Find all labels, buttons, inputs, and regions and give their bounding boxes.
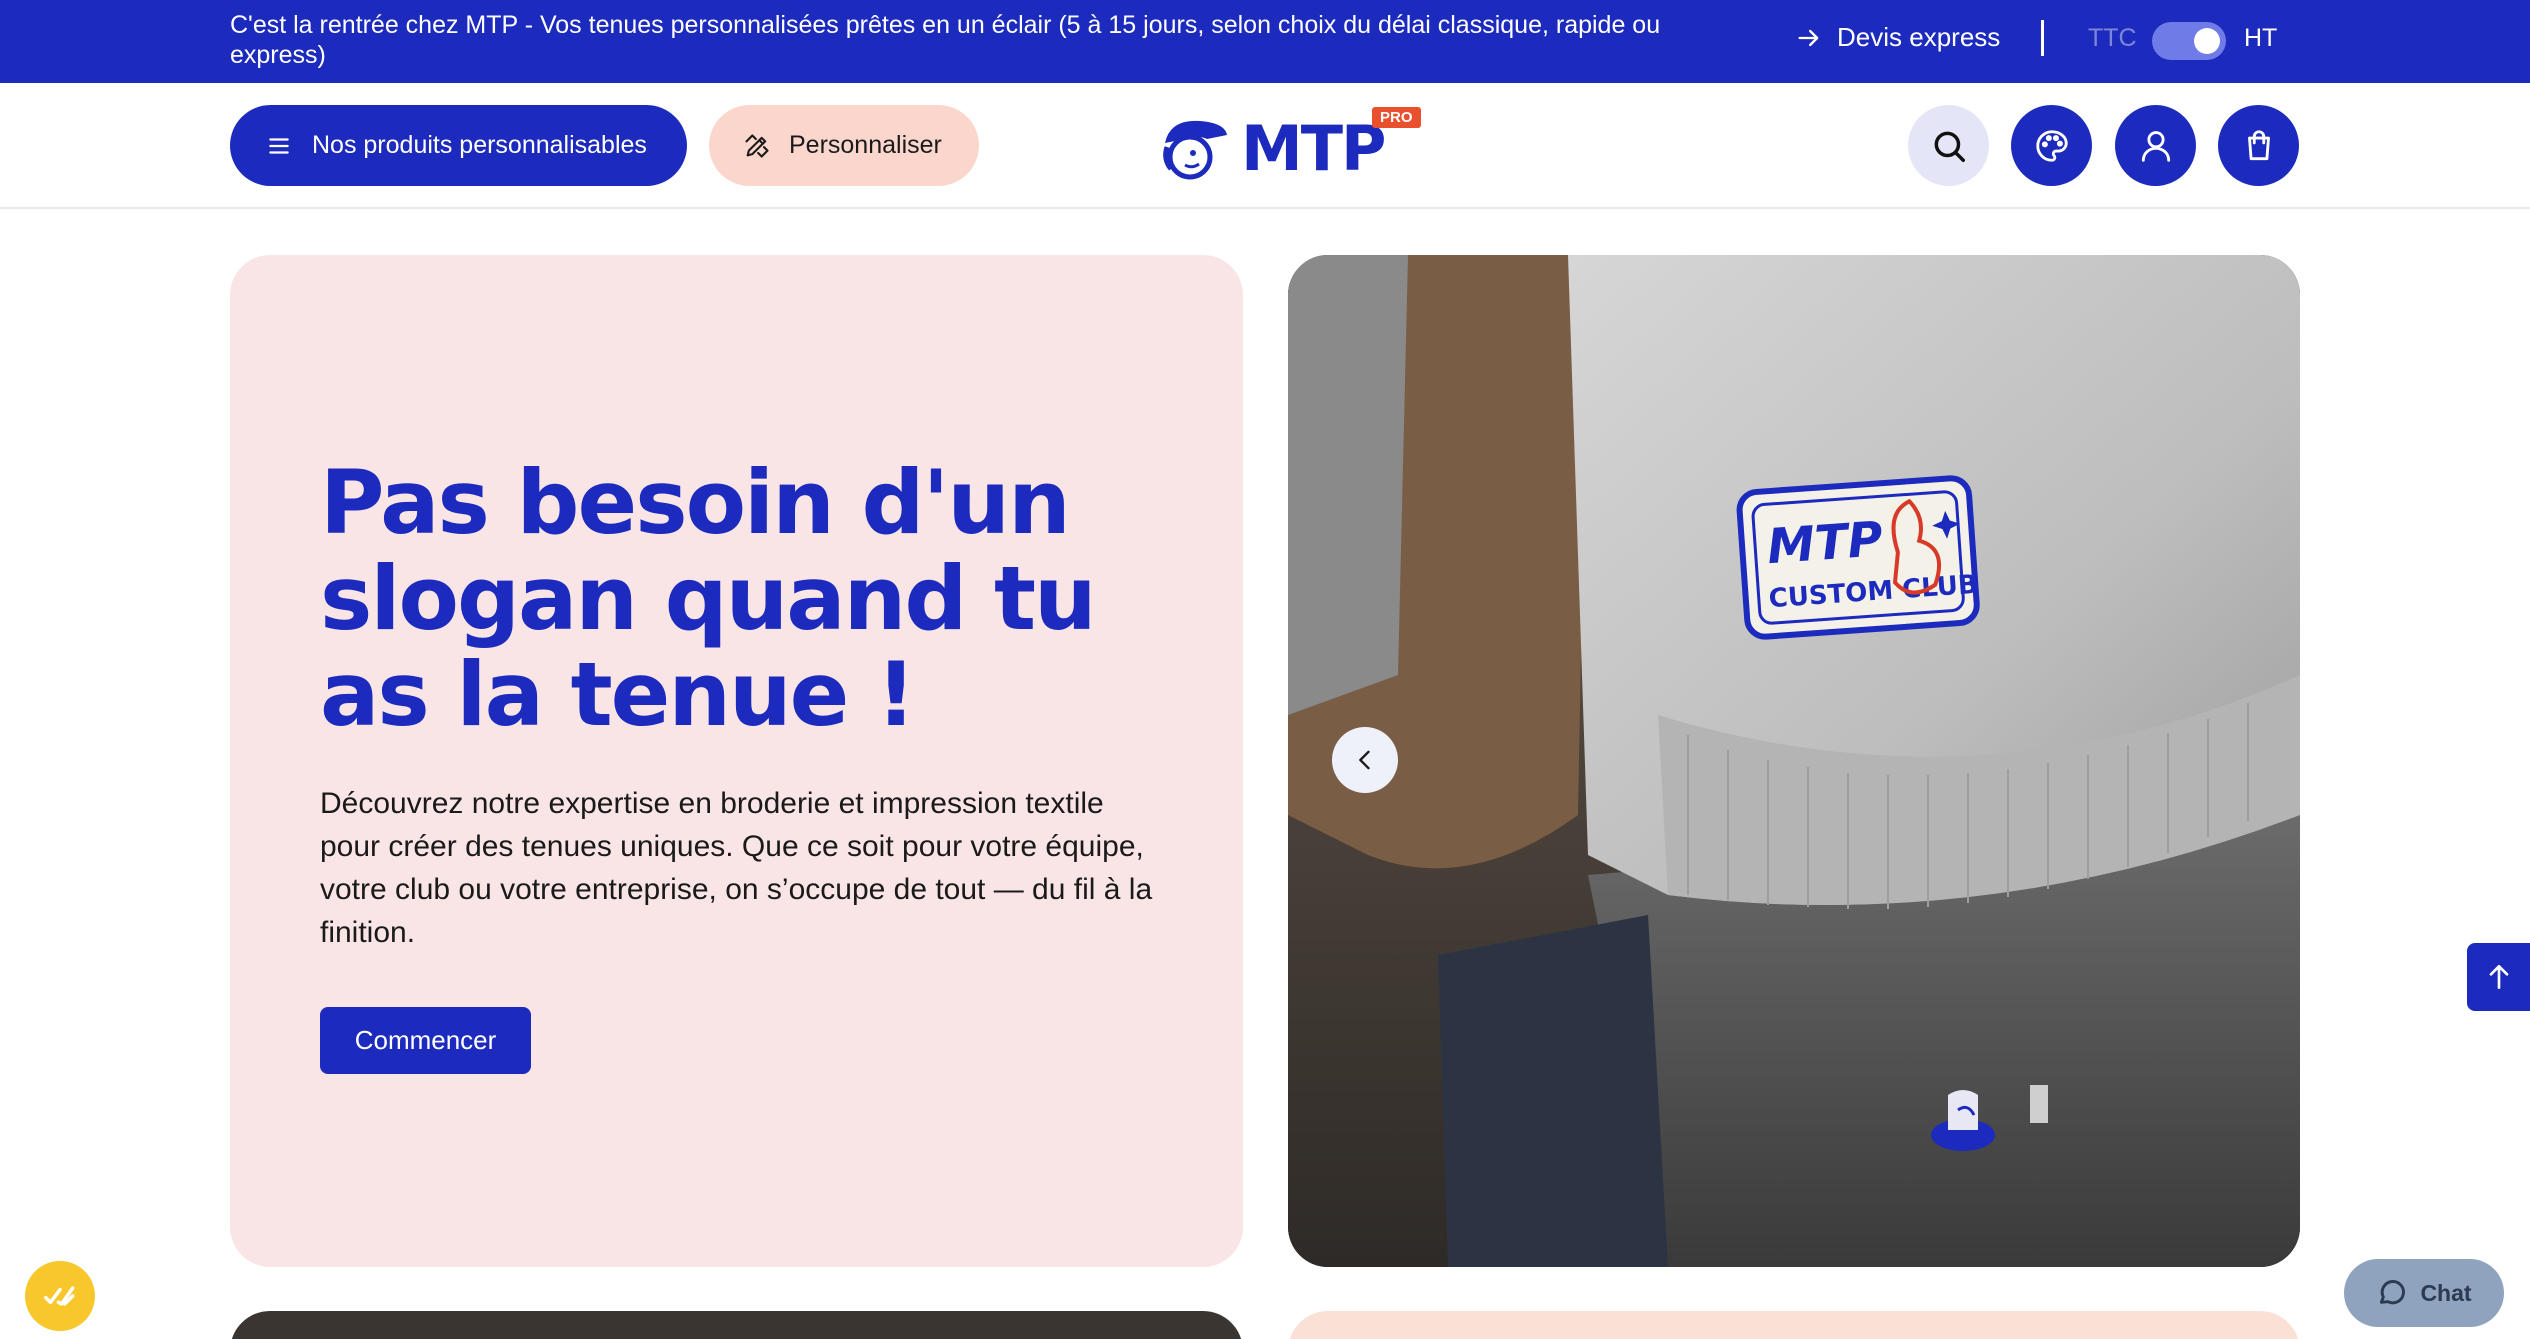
logo-pro-badge: PRO <box>1372 107 1421 128</box>
hamburger-menu-icon <box>269 137 289 154</box>
arrow-up-icon <box>2489 965 2508 989</box>
patch-text-mtp: MTP <box>1765 511 1884 575</box>
checkmarks-icon <box>44 1286 75 1306</box>
search-icon <box>1934 131 1965 162</box>
announcement-bar: C'est la rentrée chez MTP - Vos tenues p… <box>0 0 2530 83</box>
chat-label: Chat <box>2420 1279 2472 1306</box>
cart-icon <box>2247 129 2270 160</box>
toggle-knob <box>2194 28 2220 54</box>
scroll-to-top-button[interactable] <box>2467 943 2530 1011</box>
products-menu-label: Nos produits personnalisables <box>312 131 647 159</box>
divider <box>2041 20 2044 56</box>
customize-button[interactable]: Personnaliser <box>709 105 979 186</box>
pencil-ruler-icon <box>745 133 769 158</box>
devis-express-label: Devis express <box>1837 22 2001 52</box>
hero-text-card: Pas besoin d'un slogan quand tu as la te… <box>230 255 1243 1267</box>
next-section-card-left <box>230 1311 1243 1339</box>
devis-express-link[interactable]: Devis express <box>1795 22 2000 53</box>
announcement-text: C'est la rentrée chez MTP - Vos tenues p… <box>230 11 1661 69</box>
logo-wordmark: MTP <box>1241 111 1386 185</box>
hero-description: Découvrez notre expertise en broderie et… <box>320 787 1153 949</box>
hero-photo: MTP CUSTOM CLUB <box>1288 255 2300 1267</box>
mtp-logo[interactable]: MTP PRO <box>1155 105 1425 191</box>
next-section-card-right <box>1288 1311 2300 1339</box>
start-button[interactable]: Commencer <box>320 1007 531 1074</box>
hero-image-carousel: MTP CUSTOM CLUB <box>1288 255 2300 1267</box>
arrow-right-icon <box>1798 29 1819 46</box>
site-header: Nos produits personnalisables Personnali… <box>0 83 2530 209</box>
mascot-cap-icon <box>1163 120 1227 180</box>
user-icon <box>2141 130 2170 162</box>
customize-label: Personnaliser <box>789 131 942 159</box>
chat-button[interactable]: Chat <box>2344 1259 2504 1327</box>
palette-button[interactable] <box>2011 105 2092 186</box>
chat-bubble-icon <box>2380 1280 2406 1305</box>
chevron-left-icon <box>1359 750 1370 770</box>
palette-icon <box>2035 129 2068 162</box>
search-button[interactable] <box>1908 105 1989 186</box>
price-toggle-ht-label[interactable]: HT <box>2244 24 2277 53</box>
account-button[interactable] <box>2115 105 2196 186</box>
accessibility-widget-button[interactable] <box>25 1261 95 1331</box>
price-mode-toggle[interactable] <box>2152 22 2226 60</box>
products-menu-button[interactable]: Nos produits personnalisables <box>230 105 687 186</box>
price-toggle-ttc-label[interactable]: TTC <box>2088 24 2137 53</box>
carousel-prev-button[interactable] <box>1332 727 1398 793</box>
cart-button[interactable] <box>2218 105 2299 186</box>
hero-title: Pas besoin d'un slogan quand tu as la te… <box>320 451 1097 746</box>
